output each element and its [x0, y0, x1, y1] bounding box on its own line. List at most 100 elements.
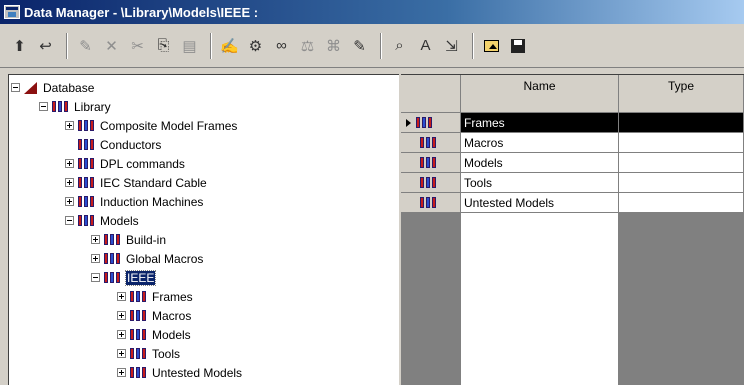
- tree-node-label: DPL commands: [100, 156, 185, 171]
- library-folder-icon: [78, 120, 96, 131]
- toolbar: ⬆ ↩ ✎ ✕ ✂ ⎘ ▤ ✍ ⚙ ∞ ⚖ ⌘ ✎ ⌕ A ⇲: [0, 24, 744, 68]
- font-icon[interactable]: A: [414, 35, 437, 57]
- row-header[interactable]: [401, 173, 461, 193]
- current-row-pointer-icon: [406, 118, 411, 127]
- cut-icon[interactable]: ✂: [126, 35, 149, 57]
- grid-cell-type[interactable]: [619, 153, 744, 173]
- tree-node-label: Build-in: [126, 232, 167, 247]
- collapse-icon[interactable]: [11, 83, 20, 92]
- toolbar-separator: [66, 32, 68, 59]
- find-icon[interactable]: ⌕: [388, 35, 411, 57]
- row-header[interactable]: [401, 133, 461, 153]
- tree-node-label: Models: [152, 327, 191, 342]
- parent-folder-icon[interactable]: ↩: [34, 35, 57, 57]
- expand-icon[interactable]: [65, 197, 74, 206]
- tree-node-database[interactable]: Database: [11, 78, 94, 97]
- row-header[interactable]: [401, 113, 461, 133]
- expand-icon[interactable]: [65, 159, 74, 168]
- grid-cell-type[interactable]: [619, 113, 744, 133]
- tree-node[interactable]: Models: [117, 325, 191, 344]
- open-folder-icon[interactable]: [480, 35, 503, 57]
- library-folder-icon: [78, 196, 96, 207]
- title-bar: Data Manager - \Library\Models\IEEE :: [0, 0, 744, 24]
- library-folder-icon: [78, 158, 96, 169]
- tree-node[interactable]: Untested Models: [117, 363, 242, 382]
- tree-node-label-selected: IEEE: [124, 269, 157, 286]
- expand-icon[interactable]: [65, 121, 74, 130]
- grid-cell-type[interactable]: [619, 133, 744, 153]
- filter-icon[interactable]: ⚖: [296, 35, 319, 57]
- column-header-type[interactable]: Type: [619, 75, 744, 113]
- delete-icon[interactable]: ✕: [100, 35, 123, 57]
- save-icon[interactable]: [506, 35, 529, 57]
- grid-cell-type[interactable]: [619, 173, 744, 193]
- row-header[interactable]: [401, 193, 461, 213]
- database-tree: Database Library Composite Model Frames …: [8, 74, 399, 385]
- tree-icon[interactable]: ⌘: [322, 35, 345, 57]
- tree-node[interactable]: Macros: [117, 306, 191, 325]
- library-folder-icon: [419, 137, 438, 148]
- expand-icon[interactable]: [91, 254, 100, 263]
- edit-icon[interactable]: ✍: [218, 35, 241, 57]
- database-icon: [24, 81, 37, 94]
- grid-cell-name[interactable]: Frames: [461, 113, 619, 133]
- copy-icon[interactable]: ⎘: [152, 35, 175, 57]
- expand-icon[interactable]: [117, 330, 126, 339]
- collapse-icon[interactable]: [39, 102, 48, 111]
- column-header-name[interactable]: Name: [461, 75, 619, 113]
- tree-node-label: Macros: [152, 308, 192, 323]
- window-title: Data Manager - \Library\Models\IEEE :: [24, 4, 259, 20]
- grid-cell-type[interactable]: [619, 193, 744, 213]
- export-icon[interactable]: ⇲: [440, 35, 463, 57]
- library-folder-icon: [104, 272, 122, 283]
- expand-icon[interactable]: [91, 235, 100, 244]
- tree-node-models[interactable]: Models: [65, 211, 139, 230]
- expand-icon[interactable]: [117, 311, 126, 320]
- expand-icon[interactable]: [65, 178, 74, 187]
- expand-icon[interactable]: [117, 292, 126, 301]
- library-folder-icon: [78, 139, 96, 150]
- toolbar-separator: [210, 32, 212, 59]
- no-expand-spacer: [65, 140, 74, 149]
- grid-cell-name[interactable]: Models: [461, 153, 619, 173]
- tree-node[interactable]: Tools: [117, 344, 180, 363]
- library-folder-icon: [78, 215, 96, 226]
- tree-node[interactable]: Global Macros: [91, 249, 203, 268]
- library-folder-icon: [416, 117, 434, 128]
- tree-node[interactable]: DPL commands: [65, 154, 185, 173]
- tree-node[interactable]: Induction Machines: [65, 192, 203, 211]
- tree-node-label: Induction Machines: [100, 194, 204, 209]
- library-folder-icon: [419, 177, 438, 188]
- toolbar-separator: [472, 32, 474, 59]
- library-folder-icon: [130, 291, 148, 302]
- settings-icon[interactable]: ⚙: [244, 35, 267, 57]
- row-header[interactable]: [401, 153, 461, 173]
- tree-node[interactable]: Conductors: [65, 135, 161, 154]
- tree-node-library[interactable]: Library: [39, 97, 111, 116]
- glasses-icon[interactable]: ∞: [270, 35, 293, 57]
- tree-node-label: IEC Standard Cable: [100, 175, 207, 190]
- edit-object-icon[interactable]: ✎: [348, 35, 371, 57]
- grid-corner-header: [401, 75, 461, 113]
- tree-node[interactable]: Composite Model Frames: [65, 116, 237, 135]
- tree-node[interactable]: IEC Standard Cable: [65, 173, 207, 192]
- library-folder-icon: [130, 367, 148, 378]
- paste-icon[interactable]: ▤: [178, 35, 201, 57]
- tree-node[interactable]: Frames: [117, 287, 193, 306]
- tree-node-ieee[interactable]: IEEE: [91, 268, 157, 287]
- expand-icon[interactable]: [117, 349, 126, 358]
- tree-node[interactable]: Build-in: [91, 230, 166, 249]
- expand-icon[interactable]: [117, 368, 126, 377]
- library-folder-icon: [104, 253, 122, 264]
- grid-cell-name[interactable]: Untested Models: [461, 193, 619, 213]
- grid-cell-name[interactable]: Tools: [461, 173, 619, 193]
- library-folder-icon: [419, 197, 438, 208]
- library-folder-icon: [104, 234, 122, 245]
- collapse-icon[interactable]: [65, 216, 74, 225]
- up-folder-icon[interactable]: ⬆: [8, 35, 31, 57]
- collapse-icon[interactable]: [91, 273, 100, 282]
- grid-cell-name[interactable]: Macros: [461, 133, 619, 153]
- data-manager-app-icon: [4, 5, 20, 19]
- new-icon[interactable]: ✎: [74, 35, 97, 57]
- tree-node-label: Conductors: [100, 137, 162, 152]
